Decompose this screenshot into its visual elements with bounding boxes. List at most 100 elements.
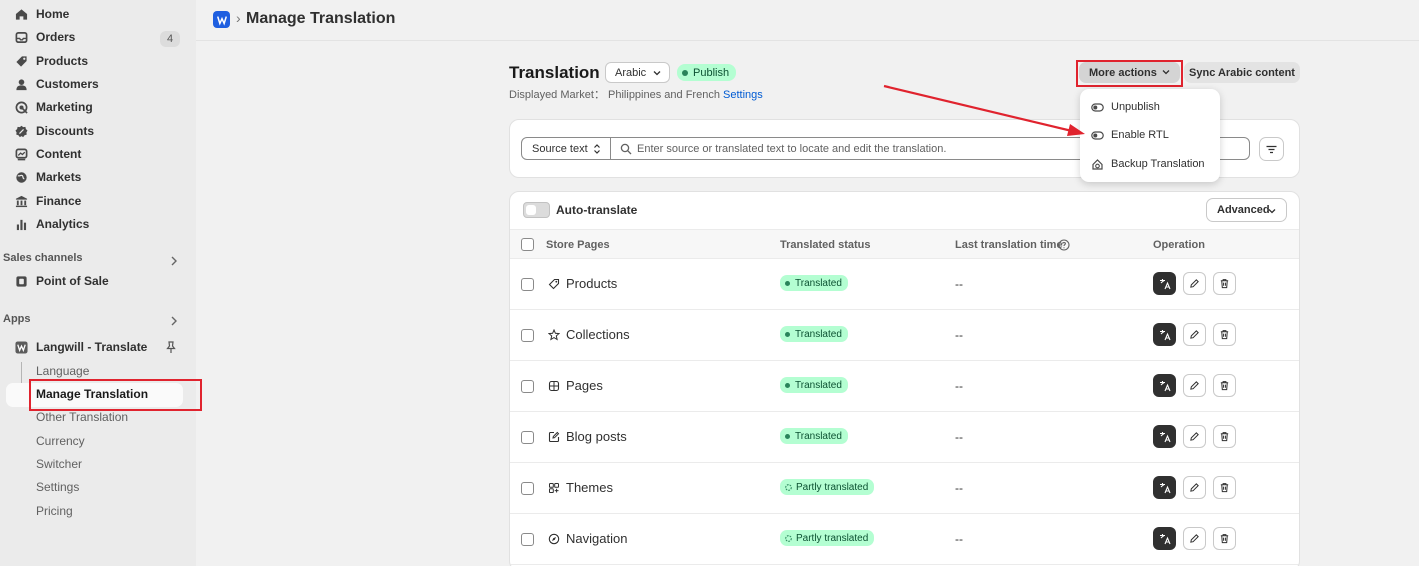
- nav-orders[interactable]: Orders: [14, 27, 75, 47]
- nav-point-of-sale[interactable]: Point of Sale: [14, 271, 109, 291]
- row-name-text: Products: [566, 276, 618, 291]
- status-badge: Translated: [780, 377, 848, 393]
- menu-item-label: Backup Translation: [1111, 158, 1205, 170]
- delete-button[interactable]: [1213, 272, 1236, 295]
- chevron-right-icon[interactable]: [168, 255, 180, 267]
- delete-button[interactable]: [1213, 476, 1236, 499]
- row-name: Navigation: [548, 531, 627, 546]
- translate-button[interactable]: [1153, 323, 1176, 346]
- delete-button[interactable]: [1213, 527, 1236, 550]
- table-row: Products Translated --: [510, 259, 1299, 310]
- status-text: Translated: [795, 277, 842, 289]
- delete-button[interactable]: [1213, 374, 1236, 397]
- filter-button[interactable]: [1259, 137, 1284, 161]
- status-text: Partly translated: [796, 532, 869, 544]
- menu-item-unpublish[interactable]: Unpublish: [1091, 98, 1160, 116]
- row-checkbox[interactable]: [521, 278, 534, 291]
- trash-icon: [1220, 432, 1229, 442]
- market-text: Displayed Market： Philippines and French: [509, 89, 720, 101]
- translate-button[interactable]: [1153, 425, 1176, 448]
- nav-discounts[interactable]: Discounts: [14, 121, 94, 141]
- nav-marketing[interactable]: Marketing: [14, 97, 93, 117]
- menu-item-backup-translation[interactable]: Backup Translation: [1091, 155, 1205, 173]
- more-actions-menu: Unpublish Enable RTL Backup Translation: [1080, 89, 1220, 182]
- target-icon: [14, 100, 28, 114]
- translate-button[interactable]: [1153, 272, 1176, 295]
- last-translation-time: --: [955, 328, 963, 342]
- info-icon[interactable]: [1058, 239, 1070, 251]
- langwill-logo-icon[interactable]: [213, 11, 230, 28]
- translate-button[interactable]: [1153, 374, 1176, 397]
- translate-button[interactable]: [1153, 527, 1176, 550]
- search-placeholder: Enter source or translated text to locat…: [637, 142, 947, 155]
- status-badge: Translated: [780, 326, 848, 342]
- translation-heading: Translation: [509, 63, 600, 82]
- row-checkbox[interactable]: [521, 380, 534, 393]
- row-name: Blog posts: [548, 429, 627, 444]
- pencil-icon: [1190, 279, 1199, 288]
- nav-app-langwill[interactable]: Langwill - Translate: [14, 337, 147, 357]
- menu-item-enable-rtl[interactable]: Enable RTL: [1091, 126, 1169, 144]
- advanced-button[interactable]: Advanced: [1206, 198, 1287, 222]
- nav-products[interactable]: Products: [14, 51, 88, 71]
- edit-button[interactable]: [1183, 476, 1206, 499]
- auto-translate-toggle[interactable]: [523, 202, 550, 218]
- pin-icon[interactable]: [165, 341, 177, 354]
- delete-button[interactable]: [1213, 323, 1236, 346]
- annotation-highlight-box: [1076, 60, 1183, 87]
- row-checkbox[interactable]: [521, 329, 534, 342]
- chevron-right-icon[interactable]: [168, 315, 180, 327]
- last-translation-time: --: [955, 481, 963, 495]
- sub-settings[interactable]: Settings: [36, 480, 79, 494]
- sidebar: Home Orders 4 Products Customers Marketi…: [0, 0, 202, 566]
- nav-label: Marketing: [36, 100, 93, 114]
- nav-label: Discounts: [36, 124, 95, 138]
- nav-label: Content: [36, 147, 82, 161]
- row-checkbox[interactable]: [521, 431, 534, 444]
- edit-button[interactable]: [1183, 374, 1206, 397]
- edit-button[interactable]: [1183, 272, 1206, 295]
- row-name: Collections: [548, 327, 630, 342]
- trash-icon: [1220, 483, 1229, 493]
- translate-icon: [1159, 278, 1171, 289]
- row-name-text: Blog posts: [566, 429, 627, 444]
- edit-button[interactable]: [1183, 323, 1206, 346]
- nav-customers[interactable]: Customers: [14, 74, 99, 94]
- language-select[interactable]: Arabic: [605, 62, 670, 83]
- translate-button[interactable]: [1153, 476, 1176, 499]
- person-icon: [14, 77, 28, 91]
- sub-language[interactable]: Language: [36, 364, 89, 378]
- menu-item-label: Enable RTL: [1111, 129, 1169, 141]
- nav-finance[interactable]: Finance: [14, 191, 81, 211]
- filter-icon: [1266, 145, 1277, 153]
- pencil-icon: [1190, 381, 1199, 390]
- backup-icon: [1092, 158, 1103, 170]
- settings-link[interactable]: Settings: [723, 89, 763, 101]
- row-checkbox[interactable]: [521, 533, 534, 546]
- sub-switcher[interactable]: Switcher: [36, 457, 82, 471]
- sub-currency[interactable]: Currency: [36, 434, 85, 448]
- sales-channels-label: Sales channels: [3, 252, 83, 264]
- nav-content[interactable]: Content: [14, 144, 81, 164]
- edit-button[interactable]: [1183, 425, 1206, 448]
- nav-markets[interactable]: Markets: [14, 167, 81, 187]
- sub-pricing[interactable]: Pricing: [36, 504, 73, 518]
- last-translation-time: --: [955, 430, 963, 444]
- table-row: Themes Partly translated --: [510, 463, 1299, 514]
- edit-button[interactable]: [1183, 527, 1206, 550]
- translate-icon: [1159, 431, 1171, 442]
- store-icon: [14, 274, 28, 288]
- sub-other-translation[interactable]: Other Translation: [36, 410, 128, 424]
- nav-home[interactable]: Home: [14, 4, 69, 24]
- select-all-checkbox[interactable]: [521, 238, 534, 251]
- nav-analytics[interactable]: Analytics: [14, 214, 89, 234]
- status-dot: [682, 69, 688, 76]
- row-name-text: Collections: [566, 327, 630, 342]
- row-checkbox[interactable]: [521, 482, 534, 495]
- row-name: Pages: [548, 378, 603, 393]
- delete-button[interactable]: [1213, 425, 1236, 448]
- top-bar: › Manage Translation: [196, 0, 1419, 41]
- source-text-select[interactable]: Source text: [521, 137, 611, 160]
- col-store-pages: Store Pages: [546, 239, 610, 251]
- sync-content-button[interactable]: Sync Arabic content: [1184, 62, 1300, 83]
